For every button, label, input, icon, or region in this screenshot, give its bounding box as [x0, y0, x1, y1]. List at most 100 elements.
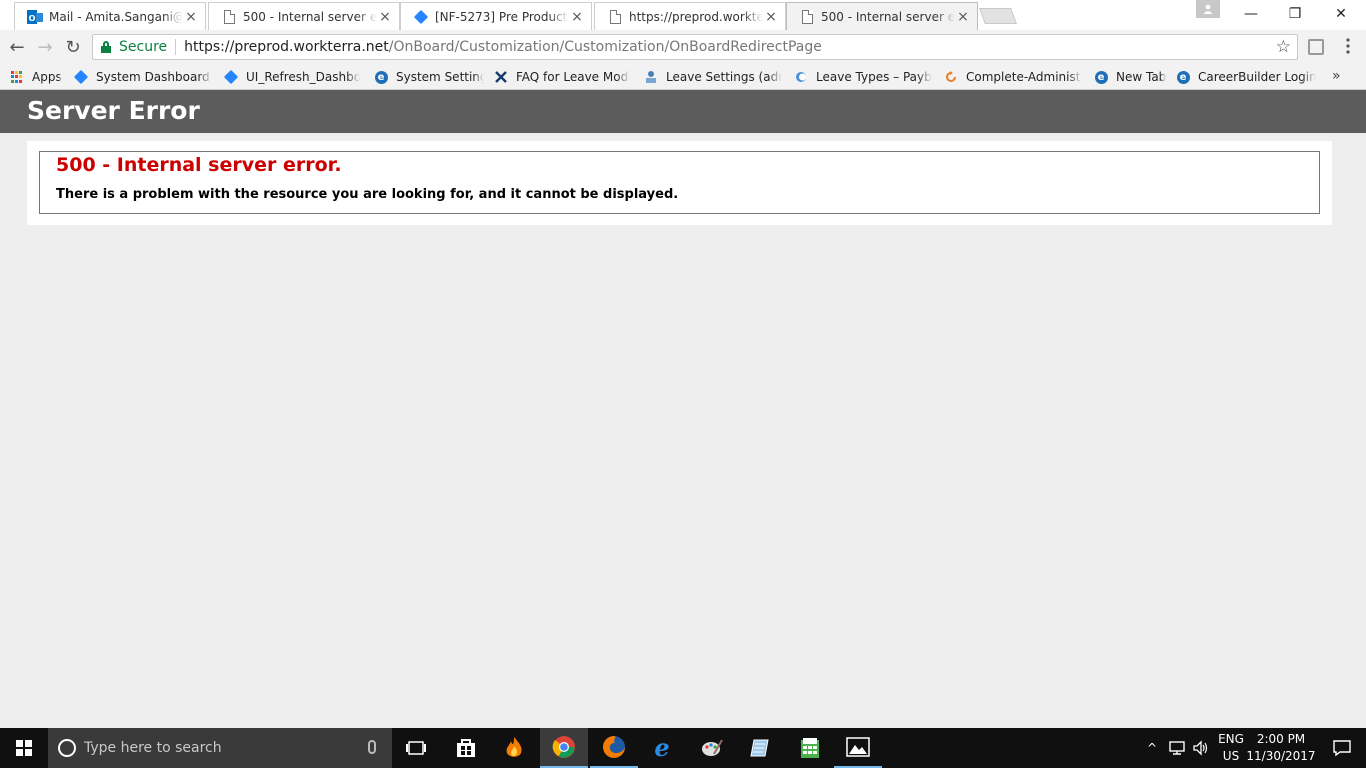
ie-icon: e: [1176, 70, 1190, 84]
minimize-button[interactable]: —: [1228, 0, 1274, 28]
profile-icon[interactable]: [1196, 0, 1220, 18]
tab-strip: O Mail - Amita.Sangani@ha × 500 - Intern…: [0, 0, 1366, 30]
bookmark-label: Leave Settings (admin: [666, 70, 782, 84]
ie-icon: e: [1094, 70, 1108, 84]
menu-icon[interactable]: [1340, 38, 1356, 54]
paint-icon[interactable]: [688, 728, 736, 768]
close-icon[interactable]: ×: [955, 9, 971, 25]
clock[interactable]: 2:00 PM 11/30/2017: [1246, 731, 1316, 765]
bookmarks-overflow-button[interactable]: »: [1332, 68, 1341, 84]
close-icon[interactable]: ×: [569, 9, 585, 25]
apps-grid-icon: [10, 70, 24, 84]
language-code: ENG: [1218, 732, 1244, 746]
bookmark-apps[interactable]: Apps: [10, 68, 68, 86]
url-path[interactable]: /OnBoard/Customization/Customization/OnB…: [389, 39, 822, 55]
bookmark-star-icon[interactable]: ☆: [1276, 37, 1291, 57]
tab-title: https://preprod.workterr: [629, 9, 763, 24]
new-tab-button[interactable]: [979, 8, 1017, 24]
bookmark-label: Leave Types – Payboy: [816, 70, 932, 84]
restore-button[interactable]: ❐: [1272, 0, 1318, 28]
chrome-icon[interactable]: [540, 728, 588, 768]
page-icon: [799, 9, 815, 25]
bookmark-label: Apps: [32, 70, 62, 84]
firefox-icon[interactable]: [590, 728, 638, 768]
bookmark-label: UI_Refresh_Dashboar: [246, 70, 360, 84]
fire-app-icon[interactable]: [490, 728, 538, 768]
bookmark-label: Complete-Administra: [966, 70, 1082, 84]
close-icon[interactable]: ×: [377, 9, 393, 25]
jira-icon: [413, 9, 429, 25]
cortana-icon: [58, 739, 76, 757]
jira-icon: [224, 69, 239, 85]
bookmark-label: New Tab: [1116, 70, 1166, 84]
browser-toolbar: ← → ↻ Secure https://preprod.workterra.n…: [0, 30, 1366, 64]
notes-icon[interactable]: [736, 728, 784, 768]
close-icon[interactable]: ×: [763, 9, 779, 25]
error-title: 500 - Internal server error.: [56, 154, 342, 176]
tab-title: 500 - Internal server erro: [821, 9, 955, 24]
tab-mail[interactable]: O Mail - Amita.Sangani@ha ×: [14, 2, 206, 30]
microphone-icon[interactable]: [368, 740, 376, 754]
bookmarks-bar: Apps System Dashboard - J UI_Refresh_Das…: [0, 64, 1366, 90]
bookmark-label: FAQ for Leave Modul: [516, 70, 630, 84]
page-title: Server Error: [27, 96, 200, 125]
bookmark-complete-admin[interactable]: Complete-Administra: [944, 68, 1082, 86]
content-panel: 500 - Internal server error. There is a …: [27, 141, 1332, 225]
page-icon: [607, 9, 623, 25]
forward-button[interactable]: →: [34, 36, 56, 58]
payboy-icon: [794, 70, 808, 84]
reload-button[interactable]: ↻: [62, 36, 84, 58]
bookmark-faq-leave[interactable]: FAQ for Leave Modul: [494, 68, 630, 86]
refresh-icon: [944, 70, 958, 84]
bookmark-label: System Settings: [396, 70, 484, 84]
bookmark-leave-types[interactable]: Leave Types – Payboy: [794, 68, 932, 86]
start-button[interactable]: [0, 728, 48, 768]
close-window-button[interactable]: ✕: [1318, 0, 1364, 28]
bookmark-system-dashboard[interactable]: System Dashboard - J: [74, 68, 212, 86]
taskbar: Type here to search e ^ ENG US 2:00 PM 1…: [0, 728, 1366, 768]
extension-icon[interactable]: [1308, 39, 1324, 55]
photos-icon[interactable]: [834, 728, 882, 768]
clock-time: 2:00 PM: [1256, 732, 1306, 746]
person-icon: [644, 70, 658, 84]
search-placeholder: Type here to search: [84, 740, 222, 756]
close-icon[interactable]: ×: [183, 9, 199, 25]
divider: [175, 39, 177, 55]
secure-label: Secure: [119, 39, 168, 55]
back-button[interactable]: ←: [6, 36, 28, 58]
tab-500-error-1[interactable]: 500 - Internal server erro ×: [208, 2, 400, 30]
ie-icon: e: [374, 70, 388, 84]
network-icon[interactable]: [1166, 728, 1188, 768]
tab-preprod-url[interactable]: https://preprod.workterr ×: [594, 2, 786, 30]
taskbar-search[interactable]: Type here to search: [48, 728, 392, 768]
bookmark-leave-settings[interactable]: Leave Settings (admin: [644, 68, 782, 86]
volume-icon[interactable]: [1190, 728, 1212, 768]
tab-500-error-active[interactable]: 500 - Internal server erro ×: [786, 2, 978, 30]
tools-icon: [494, 70, 508, 84]
task-view-icon[interactable]: [392, 728, 440, 768]
outlook-icon: O: [27, 9, 43, 25]
calculator-icon[interactable]: [786, 728, 834, 768]
clock-date: 11/30/2017: [1246, 749, 1316, 763]
address-bar[interactable]: Secure https://preprod.workterra.net /On…: [92, 34, 1298, 60]
bookmark-new-tab[interactable]: e New Tab: [1094, 68, 1166, 86]
svg-text:e: e: [654, 736, 669, 760]
tab-title: 500 - Internal server erro: [243, 9, 377, 24]
error-box: 500 - Internal server error. There is a …: [39, 151, 1320, 214]
bookmark-careerbuilder[interactable]: e CareerBuilder Login P: [1176, 68, 1316, 86]
bookmark-ui-refresh[interactable]: UI_Refresh_Dashboar: [224, 68, 360, 86]
store-icon[interactable]: [442, 728, 490, 768]
region-code: US: [1222, 749, 1240, 763]
error-description: There is a problem with the resource you…: [56, 187, 679, 202]
bookmark-system-settings[interactable]: e System Settings: [374, 68, 484, 86]
notification-icon[interactable]: [1318, 728, 1366, 768]
language-indicator[interactable]: ENG US: [1214, 731, 1248, 765]
tab-jira[interactable]: [NF-5273] Pre Production ×: [400, 2, 592, 30]
page-header: Server Error: [0, 90, 1366, 133]
windows-icon: [16, 740, 32, 756]
tray-chevron-icon[interactable]: ^: [1144, 728, 1160, 768]
lock-icon: [101, 41, 111, 53]
url-host[interactable]: https://preprod.workterra.net: [184, 39, 389, 55]
edge-icon[interactable]: e: [638, 728, 686, 768]
bookmark-label: CareerBuilder Login P: [1198, 70, 1316, 84]
